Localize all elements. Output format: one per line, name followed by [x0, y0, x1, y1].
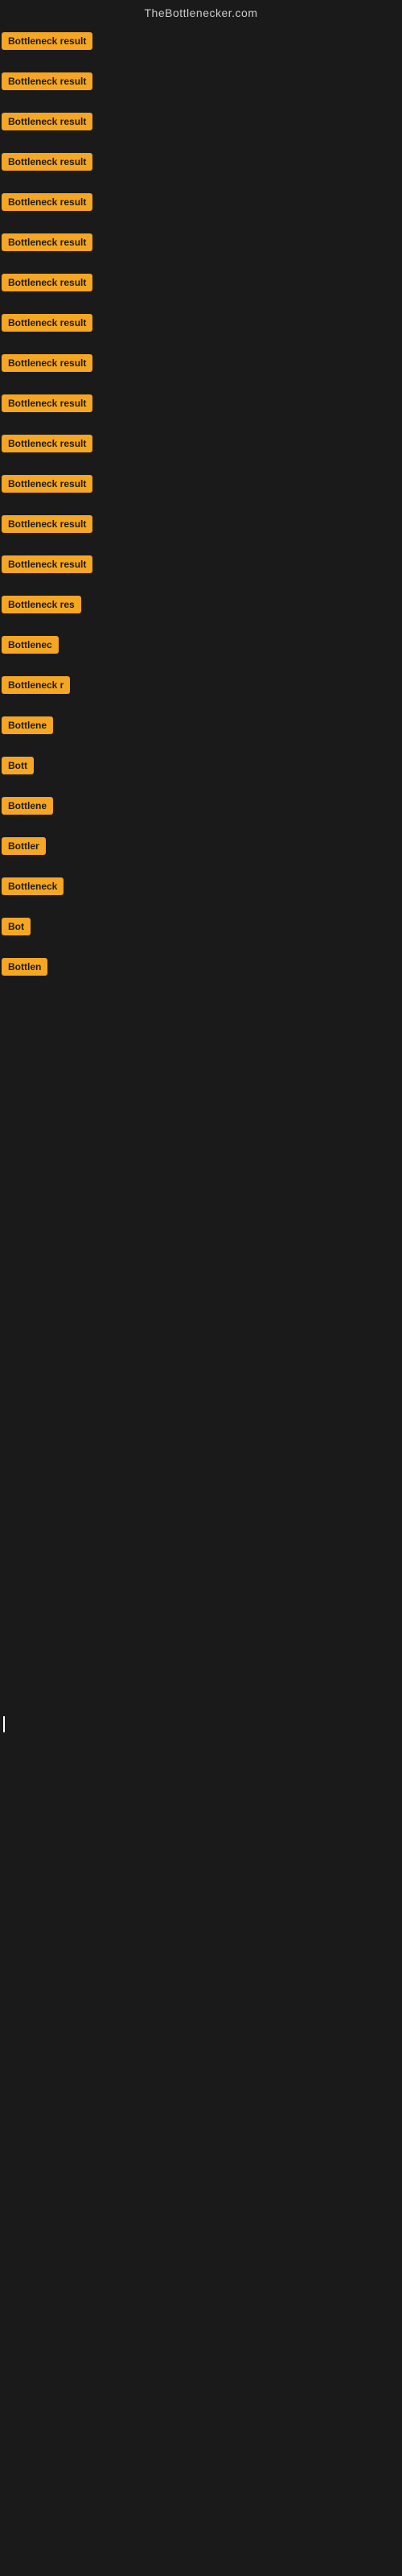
- bottleneck-badge-2[interactable]: Bottleneck result: [2, 72, 92, 90]
- bottleneck-badge-9[interactable]: Bottleneck result: [2, 354, 92, 372]
- bottleneck-item-23: Bot: [2, 911, 400, 942]
- bottleneck-badge-11[interactable]: Bottleneck result: [2, 435, 92, 452]
- bottleneck-item-11: Bottleneck result: [2, 428, 400, 459]
- bottleneck-item-22: Bottleneck: [2, 871, 400, 902]
- bottleneck-item-7: Bottleneck result: [2, 267, 400, 298]
- bottleneck-item-13: Bottleneck result: [2, 509, 400, 539]
- bottleneck-item-19: Bott: [2, 750, 400, 781]
- bottleneck-item-9: Bottleneck result: [2, 348, 400, 378]
- bottleneck-badge-24[interactable]: Bottlen: [2, 958, 47, 976]
- bottleneck-item-12: Bottleneck result: [2, 469, 400, 499]
- bottleneck-badge-19[interactable]: Bott: [2, 757, 34, 774]
- items-container: Bottleneck result Bottleneck result Bottle…: [0, 23, 402, 1981]
- bottleneck-badge-12[interactable]: Bottleneck result: [2, 475, 92, 493]
- bottleneck-badge-6[interactable]: Bottleneck result: [2, 233, 92, 251]
- site-title: TheBottlenecker.com: [0, 0, 402, 23]
- bottleneck-badge-22[interactable]: Bottleneck: [2, 877, 64, 895]
- bottleneck-badge-1[interactable]: Bottleneck result: [2, 32, 92, 50]
- bottleneck-item-16: Bottlenec: [2, 630, 400, 660]
- bottleneck-badge-20[interactable]: Bottlene: [2, 797, 53, 815]
- bottleneck-badge-3[interactable]: Bottleneck result: [2, 113, 92, 130]
- bottleneck-badge-7[interactable]: Bottleneck result: [2, 274, 92, 291]
- bottleneck-item-2: Bottleneck result: [2, 66, 400, 97]
- bottleneck-item-10: Bottleneck result: [2, 388, 400, 419]
- bottleneck-item-8: Bottleneck result: [2, 308, 400, 338]
- bottleneck-item-1: Bottleneck result: [2, 26, 400, 56]
- bottleneck-badge-23[interactable]: Bot: [2, 918, 31, 935]
- bottleneck-item-4: Bottleneck result: [2, 147, 400, 177]
- bottleneck-item-24: Bottlen: [2, 952, 400, 982]
- cursor-line: [3, 1716, 5, 1732]
- bottleneck-badge-13[interactable]: Bottleneck result: [2, 515, 92, 533]
- bottleneck-badge-14[interactable]: Bottleneck result: [2, 555, 92, 573]
- bottleneck-badge-8[interactable]: Bottleneck result: [2, 314, 92, 332]
- bottleneck-item-6: Bottleneck result: [2, 227, 400, 258]
- bottleneck-item-17: Bottleneck r: [2, 670, 400, 700]
- bottleneck-badge-4[interactable]: Bottleneck result: [2, 153, 92, 171]
- bottleneck-badge-21[interactable]: Bottler: [2, 837, 46, 855]
- bottleneck-item-5: Bottleneck result: [2, 187, 400, 217]
- bottleneck-item-3: Bottleneck result: [2, 106, 400, 137]
- bottleneck-item-15: Bottleneck res: [2, 589, 400, 620]
- bottleneck-item-14: Bottleneck result: [2, 549, 400, 580]
- bottleneck-badge-17[interactable]: Bottleneck r: [2, 676, 70, 694]
- bottleneck-badge-15[interactable]: Bottleneck res: [2, 596, 81, 613]
- bottleneck-badge-10[interactable]: Bottleneck result: [2, 394, 92, 412]
- bottleneck-item-20: Bottlene: [2, 791, 400, 821]
- bottleneck-badge-16[interactable]: Bottlenec: [2, 636, 59, 654]
- bottleneck-badge-5[interactable]: Bottleneck result: [2, 193, 92, 211]
- bottleneck-item-18: Bottlene: [2, 710, 400, 741]
- bottleneck-item-21: Bottler: [2, 831, 400, 861]
- bottleneck-badge-18[interactable]: Bottlene: [2, 716, 53, 734]
